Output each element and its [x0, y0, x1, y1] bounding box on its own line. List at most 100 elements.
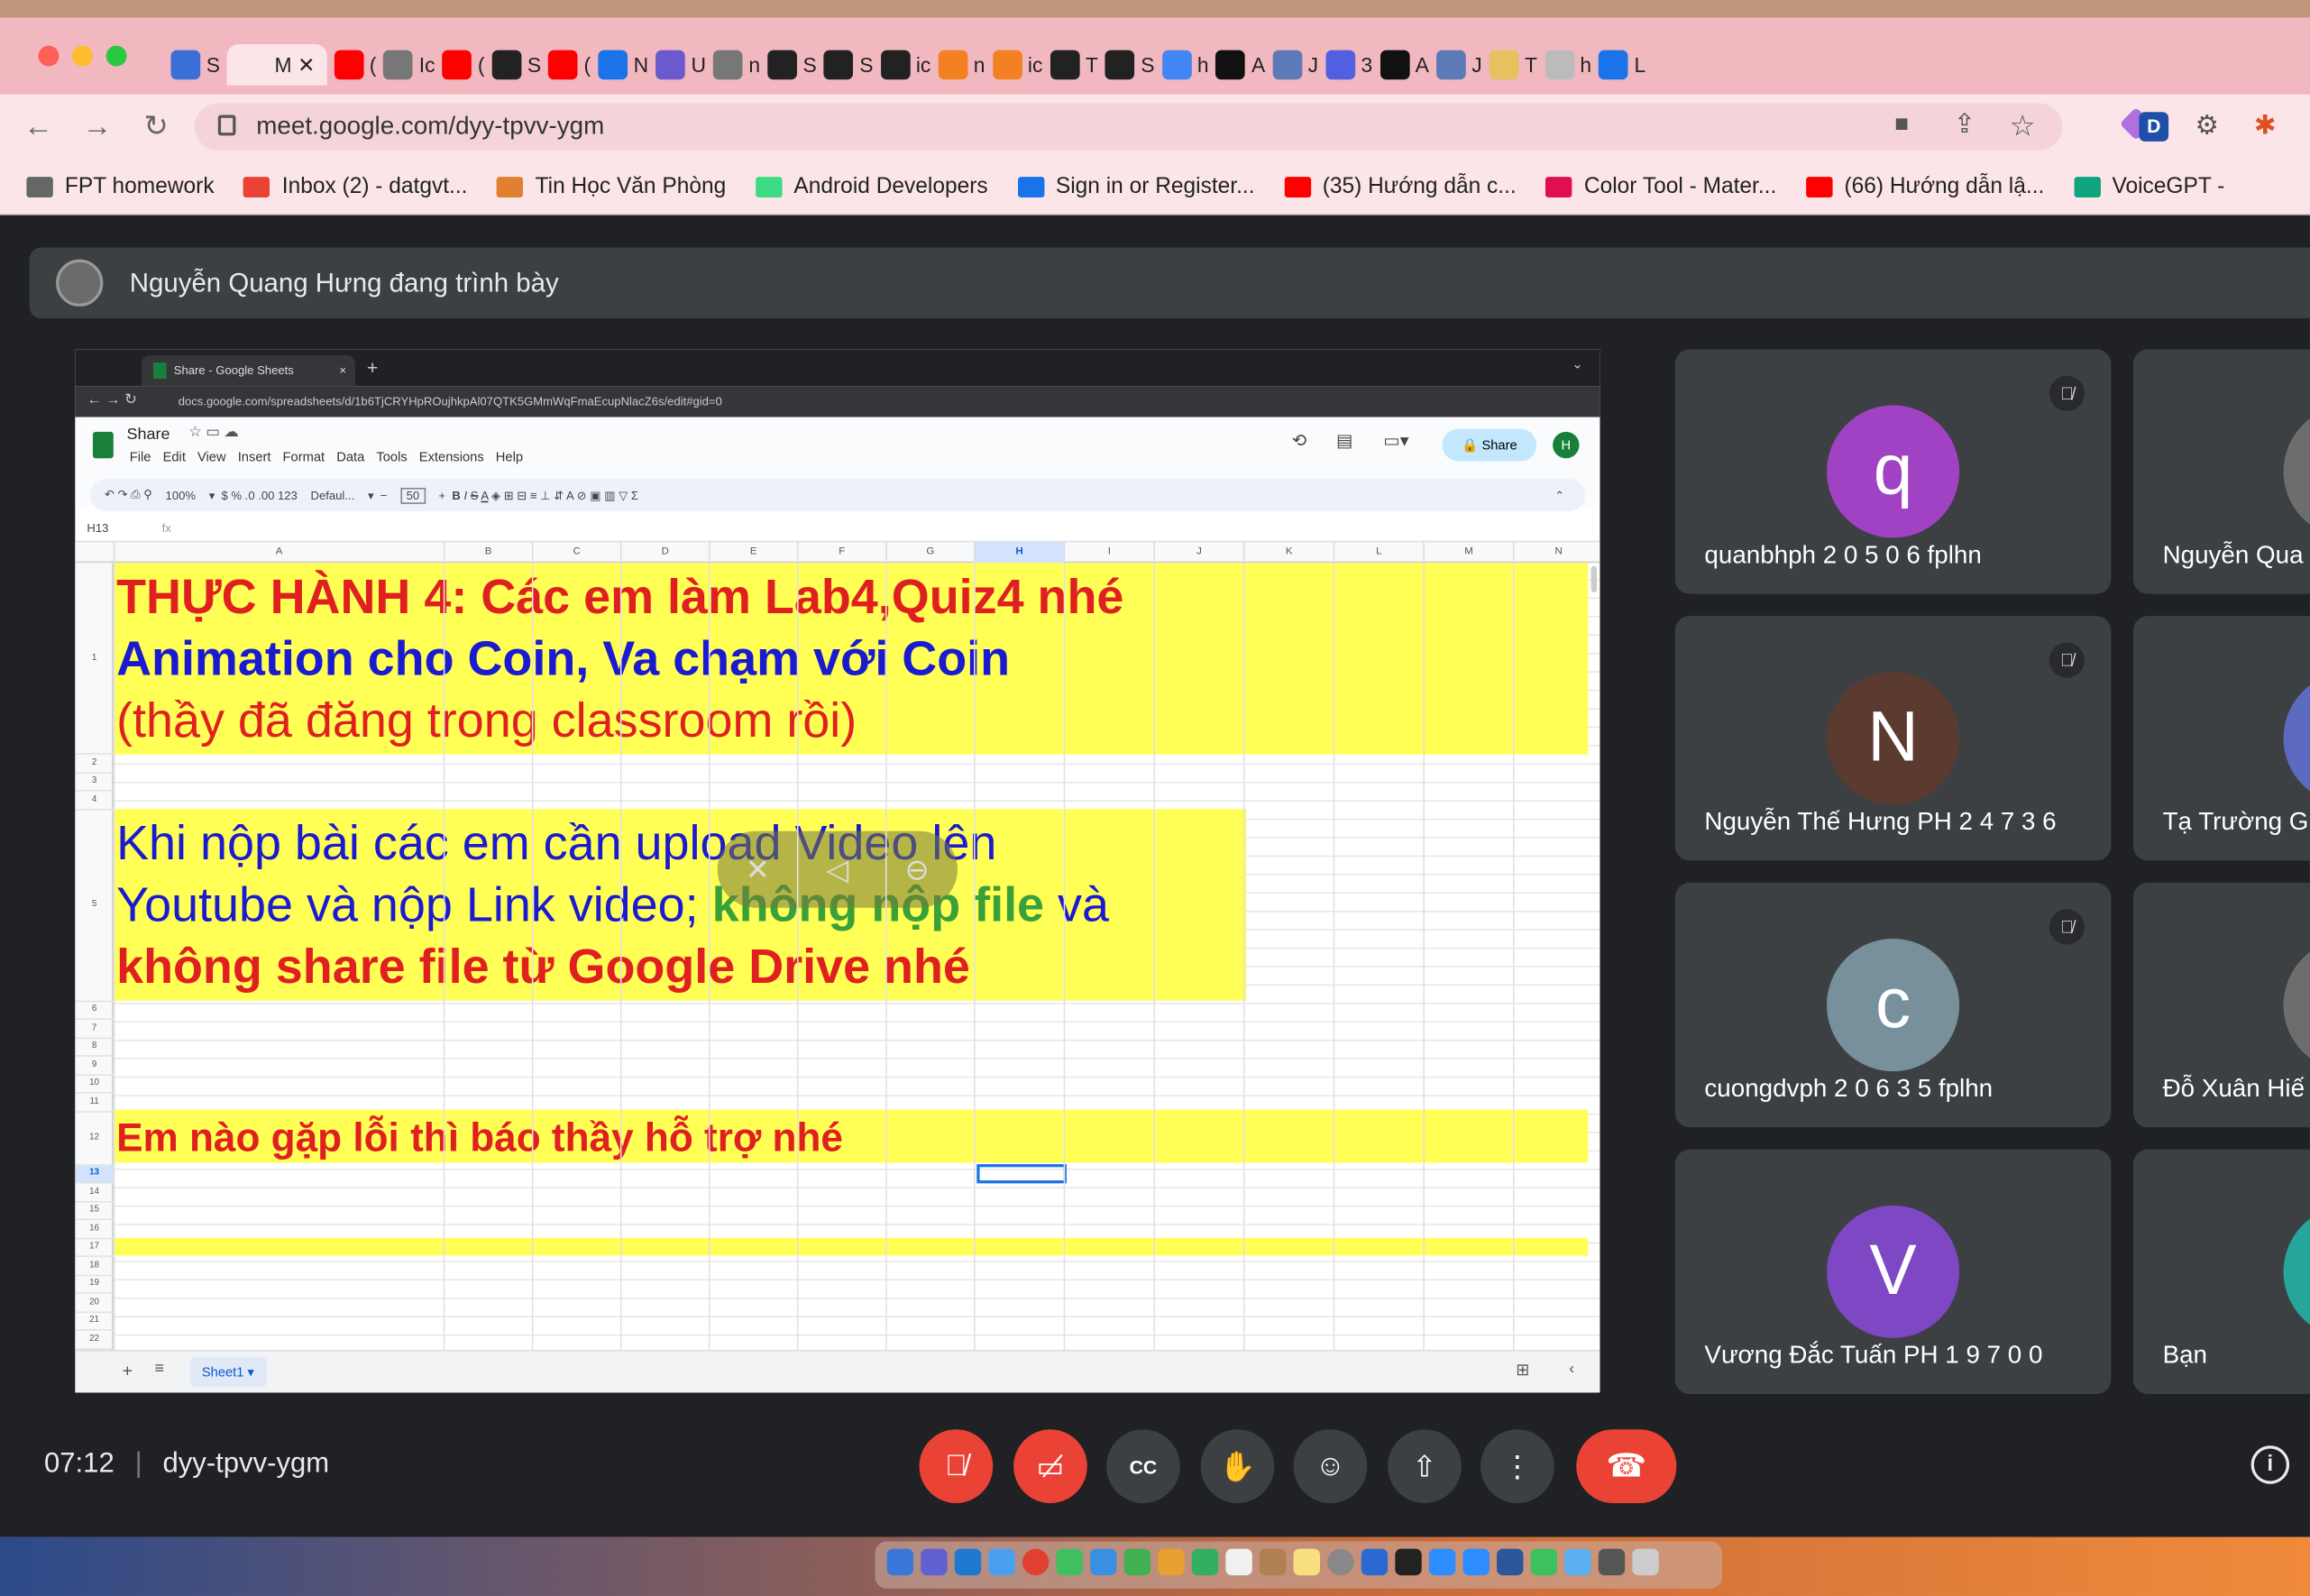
browser-tab[interactable]: h — [1545, 44, 1591, 86]
browser-tab[interactable]: h — [1161, 44, 1209, 86]
zalo-icon[interactable] — [1428, 1548, 1456, 1576]
bookmark-label: FPT homework — [64, 173, 215, 199]
minimize-window-icon[interactable] — [72, 45, 93, 67]
zoom-icon[interactable] — [1462, 1548, 1490, 1576]
photos-icon[interactable] — [1158, 1548, 1185, 1576]
browser-tab[interactable]: n — [938, 44, 985, 86]
browser-tab[interactable]: ic — [880, 44, 930, 86]
column-header: M — [1423, 542, 1513, 564]
browser-tab[interactable]: S — [1105, 44, 1154, 86]
grid-line — [1243, 563, 1245, 1351]
browser-tab[interactable]: A — [1215, 44, 1265, 86]
close-tab-icon[interactable]: ✕ — [298, 52, 315, 78]
browser-tab[interactable]: A — [1380, 44, 1429, 86]
browser-tab[interactable]: ic — [992, 44, 1042, 86]
participant-tile[interactable]: Tạ Trường G — [2132, 616, 2310, 861]
close-window-icon[interactable] — [38, 45, 60, 67]
info-icon[interactable]: i — [2250, 1445, 2290, 1484]
emoji-icon[interactable]: ☺ — [1293, 1429, 1368, 1503]
bookmark-item[interactable]: VoiceGPT - — [2073, 174, 2224, 199]
messages-icon[interactable] — [1056, 1548, 1083, 1576]
camera-off-icon[interactable]: ▭̸ — [1013, 1429, 1087, 1503]
browser-tab[interactable]: J — [1436, 44, 1482, 86]
settings-icon[interactable] — [1327, 1548, 1354, 1576]
browser-tab[interactable]: N — [598, 44, 648, 86]
calendar-icon[interactable] — [1225, 1548, 1252, 1576]
bookmark-item[interactable]: (35) Hướng dẫn c... — [1284, 174, 1517, 199]
browser-tab[interactable]: S — [767, 44, 817, 86]
reload-icon[interactable]: ↻ — [135, 106, 177, 148]
browser-tab[interactable]: S — [823, 44, 873, 86]
browser-tab[interactable]: ( — [334, 44, 376, 86]
terminal-icon[interactable] — [1395, 1548, 1422, 1576]
android-studio-icon[interactable] — [1530, 1548, 1558, 1576]
app-icon[interactable] — [1564, 1548, 1591, 1576]
address-bar[interactable]: meet.google.com/dyy-tpvv-ygm — [194, 103, 2063, 151]
camera-icon[interactable]: ■ — [1894, 112, 1909, 138]
mic-off-icon[interactable]: 🎙̸ — [919, 1429, 994, 1503]
end-call-icon[interactable]: ☎ — [1576, 1429, 1677, 1503]
participant-tile[interactable]: V Vương Đắc Tuấn PH 1 9 7 0 0 — [1674, 1149, 2112, 1395]
participant-tile[interactable]: q quanbhph 2 0 5 0 6 fplhn 🎙̸ — [1674, 349, 2112, 594]
back-arrow-icon[interactable]: ← — [18, 106, 60, 148]
shared-tab-title: Share - Google Sheets — [173, 363, 294, 378]
browser-tab[interactable]: T — [1489, 44, 1537, 86]
downloads-icon[interactable] — [1598, 1548, 1626, 1576]
browser-tab[interactable]: T — [1050, 44, 1098, 86]
sheets-menu-item: Edit — [162, 449, 186, 464]
extension-bug-icon[interactable]: ✱ — [2254, 111, 2277, 142]
notes-icon[interactable] — [1293, 1548, 1320, 1576]
share-page-icon[interactable]: ⇪ — [1954, 109, 1976, 140]
browser-tab[interactable]: 3 — [1325, 44, 1372, 86]
bookmark-item[interactable]: (66) Hướng dẫn lậ... — [1805, 174, 2044, 199]
bookmark-item[interactable]: Color Tool - Mater... — [1545, 174, 1776, 199]
chrome-icon[interactable] — [1022, 1548, 1050, 1576]
bookmark-item[interactable]: Tin Học Văn Phòng — [497, 174, 726, 199]
extension-d-icon[interactable]: D — [2139, 112, 2169, 142]
word-icon[interactable] — [1497, 1548, 1524, 1576]
trash-icon[interactable] — [1632, 1548, 1659, 1576]
bookmark-item[interactable]: FPT homework — [26, 173, 215, 199]
grid-line — [885, 563, 887, 1351]
participant-tile[interactable]: N Nguyễn Thế Hưng PH 2 4 7 3 6 🎙̸ — [1674, 616, 2112, 861]
bookmark-item[interactable]: Inbox (2) - datgvt... — [243, 174, 467, 199]
macos-menubar — [0, 0, 2310, 18]
xcode-icon[interactable] — [1361, 1548, 1389, 1576]
maps-icon[interactable] — [1123, 1548, 1151, 1576]
meeting-code[interactable]: dyy-tpvv-ygm — [163, 1449, 330, 1481]
browser-tab[interactable]: S — [170, 44, 220, 86]
browser-tab[interactable]: S — [491, 44, 541, 86]
browser-tab[interactable]: ( — [548, 44, 591, 86]
extension-puzzle-icon[interactable]: ⚙ — [2195, 111, 2219, 142]
participant-tile[interactable]: Đỗ Xuân Hiế — [2132, 882, 2310, 1128]
browser-tab[interactable]: U — [655, 44, 706, 86]
mail-icon[interactable] — [1090, 1548, 1117, 1576]
tab-label: h — [1580, 52, 1592, 77]
finder-icon[interactable] — [886, 1548, 914, 1576]
safari-icon[interactable] — [988, 1548, 1015, 1576]
present-screen-icon[interactable]: ⇧ — [1388, 1429, 1462, 1503]
forward-arrow-icon[interactable]: → — [77, 106, 118, 148]
vscode-icon[interactable] — [954, 1548, 982, 1576]
browser-tab[interactable]: n — [713, 44, 760, 86]
captions-icon[interactable]: CC — [1106, 1429, 1180, 1503]
grid-line — [1063, 563, 1066, 1351]
bookmark-item[interactable]: Sign in or Register... — [1017, 174, 1255, 199]
more-options-icon[interactable]: ⋮ — [1480, 1429, 1554, 1503]
participant-tile[interactable]: Nguyễn Qua — [2132, 349, 2310, 594]
bookmark-item[interactable]: Android Developers — [755, 174, 988, 199]
bookmark-favicon-icon — [497, 176, 524, 197]
bookmark-star-icon[interactable]: ☆ — [2010, 107, 2036, 144]
zoom-window-icon[interactable] — [105, 45, 127, 67]
browser-tab[interactable]: ( — [442, 44, 485, 86]
browser-tab[interactable]: L — [1599, 44, 1645, 86]
browser-tab[interactable]: Ic — [383, 44, 435, 86]
browser-tab[interactable]: M ✕ — [227, 44, 327, 86]
browser-tab[interactable]: J — [1272, 44, 1318, 86]
facetime-icon[interactable] — [1191, 1548, 1219, 1576]
raise-hand-icon[interactable]: ✋ — [1200, 1429, 1275, 1503]
contacts-icon[interactable] — [1259, 1548, 1287, 1576]
participant-tile[interactable]: Bạn — [2132, 1149, 2310, 1395]
launchpad-icon[interactable] — [921, 1548, 948, 1576]
participant-tile[interactable]: c cuongdvph 2 0 6 3 5 fplhn 🎙̸ — [1674, 882, 2112, 1128]
